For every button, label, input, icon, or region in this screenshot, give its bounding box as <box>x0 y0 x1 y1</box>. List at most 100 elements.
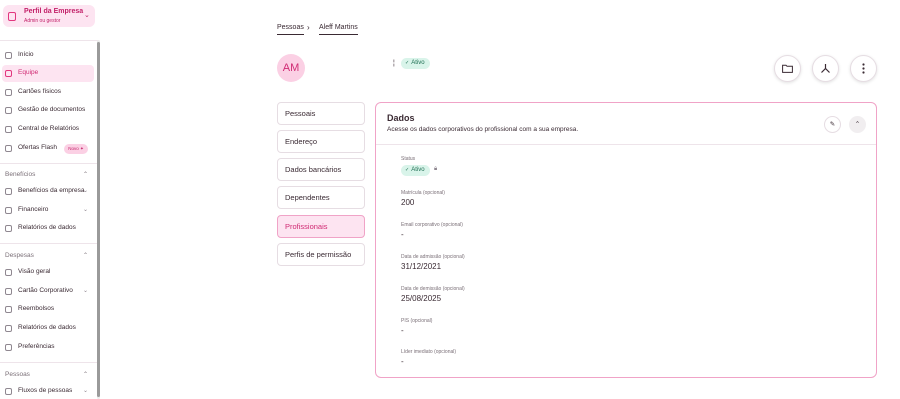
flow-icon <box>5 388 12 395</box>
divider <box>0 40 98 41</box>
card-icon <box>5 288 12 295</box>
field-value-pis: - <box>401 326 404 335</box>
divider <box>0 163 98 164</box>
sidebar-item-cartao-corporativo[interactable]: Cartão Corporativo ⌄ <box>2 283 94 300</box>
chevron-up-icon[interactable]: ⌃ <box>83 252 88 259</box>
tab-perfis-permissao[interactable]: Perfis de permissão <box>277 243 365 266</box>
breadcrumb-pessoas[interactable]: Pessoas <box>277 24 304 35</box>
chevron-down-icon: ⌄ <box>83 288 89 294</box>
card-subtitle: Acesse os dados corporativos do profissi… <box>387 126 579 133</box>
sidebar-item-label: Benefícios da empresa <box>18 187 85 194</box>
org-chart-button[interactable] <box>812 55 839 82</box>
sidebar-item-label: Relatórios de dados <box>18 324 76 331</box>
tab-dados-bancarios[interactable]: Dados bancários <box>277 158 365 181</box>
home-icon <box>5 52 12 59</box>
chevron-up-icon[interactable]: ⌃ <box>83 171 88 178</box>
chevron-up-icon: ⌃ <box>854 121 861 128</box>
breadcrumb-current[interactable]: Aleff Martins <box>319 24 358 35</box>
sidebar-item-label: Início <box>18 51 34 58</box>
sidebar-item-label: Ofertas Flash <box>18 144 58 151</box>
sliders-icon <box>5 344 12 351</box>
status-badge: ✓ Ativo <box>401 165 430 176</box>
pencil-icon: ✎ <box>829 121 836 128</box>
field-value-admissao: 31/12/2021 <box>401 262 442 271</box>
sidebar-item-relatorios-despesas[interactable]: Relatórios de dados <box>2 320 94 337</box>
sidebar-item-relatorios[interactable]: Central de Relatórios <box>2 121 94 138</box>
sidebar-item-documentos[interactable]: Gestão de documentos <box>2 102 94 119</box>
divider <box>0 243 98 244</box>
sidebar-item-ofertas[interactable]: Ofertas Flash Novo ✦ <box>2 140 94 157</box>
field-label-admissao: Data de admissão (opcional) <box>401 254 465 260</box>
sidebar-item-fluxos-pessoas[interactable]: Fluxos de pessoas ⌄ <box>2 383 94 399</box>
chevron-up-icon[interactable]: ⌃ <box>83 371 88 378</box>
card-icon <box>5 89 12 96</box>
folder-button[interactable] <box>774 55 801 82</box>
field-label-lider: Líder imediato (opcional) <box>401 349 457 355</box>
sidebar-item-label: Fluxos de pessoas <box>18 387 73 394</box>
sidebar-item-inicio[interactable]: Início <box>2 47 94 64</box>
section-despesas[interactable]: Despesas <box>5 252 34 259</box>
field-value-lider: - <box>401 357 404 366</box>
sidebar-item-cartoes[interactable]: Cartões físicos <box>2 84 94 101</box>
new-badge: Novo ✦ <box>64 143 88 154</box>
sidebar-item-equipe[interactable]: Equipe <box>2 65 94 82</box>
tab-dependentes[interactable]: Dependentes <box>277 186 365 209</box>
folder-icon <box>5 107 12 114</box>
sidebar-item-relatorios-dados[interactable]: Relatórios de dados <box>2 220 94 237</box>
dados-card: Dados Acesse os dados corporativos do pr… <box>375 102 877 378</box>
check-icon: ✓ <box>405 167 410 173</box>
chevron-down-icon: ⌄ <box>83 207 89 213</box>
more-vertical-icon <box>862 63 865 74</box>
tab-endereco[interactable]: Endereço <box>277 130 365 153</box>
field-label-email: Email corporativo (opcional) <box>401 222 463 228</box>
gift-icon <box>5 145 12 152</box>
scrollbar-thumb[interactable] <box>97 42 100 397</box>
field-label-status: Status <box>401 156 416 162</box>
field-label-pis: PIS (opcional) <box>401 318 433 324</box>
sidebar-item-visao-geral[interactable]: Visão geral <box>2 264 94 281</box>
card-title: Dados <box>387 113 415 123</box>
building-icon <box>8 12 16 21</box>
field-label-demissao: Data de demissão (opcional) <box>401 286 465 292</box>
folder-icon <box>782 64 793 73</box>
sidebar-item-label: Reembolsos <box>18 305 55 312</box>
gift-icon <box>5 188 12 195</box>
sidebar-item-label: Central de Relatórios <box>18 125 80 132</box>
sidebar-item-label: Cartão Corporativo <box>18 287 73 294</box>
sidebar-item-label: Relatórios de dados <box>18 224 76 231</box>
eye-icon <box>5 269 12 276</box>
sidebar-item-label: Visão geral <box>18 268 51 275</box>
report-icon <box>5 225 12 232</box>
more-options-button[interactable] <box>850 55 877 82</box>
profile-name: ¦ <box>393 60 395 67</box>
sidebar-item-preferencias[interactable]: Preferências <box>2 339 94 356</box>
report-icon <box>5 126 12 133</box>
sidebar-item-label: Financeiro <box>18 206 49 213</box>
chevron-right-icon: › <box>307 23 310 32</box>
sidebar-item-reembolsos[interactable]: Reembolsos <box>2 301 94 318</box>
status-label: Ativo <box>411 167 425 173</box>
company-selector[interactable]: Perfil da Empresa Admin ou gestor ⌄ <box>3 5 95 27</box>
field-label-matricula: Matrícula (opcional) <box>401 190 445 196</box>
edit-button[interactable]: ✎ <box>824 116 841 133</box>
check-icon: ✓ <box>405 60 410 66</box>
avatar: AM <box>277 54 305 82</box>
sidebar-item-label: Cartões físicos <box>18 88 61 95</box>
sidebar-item-financeiro[interactable]: Financeiro ⌄ <box>2 202 94 219</box>
collapse-button[interactable]: ⌃ <box>849 116 866 133</box>
people-icon <box>5 70 12 77</box>
section-beneficios[interactable]: Benefícios <box>5 171 35 178</box>
status-label: Ativo <box>411 60 425 66</box>
sidebar-item-label: Preferências <box>18 343 55 350</box>
section-pessoas[interactable]: Pessoas <box>5 371 30 378</box>
chevron-down-icon: ⌄ <box>83 388 89 394</box>
lock-icon: 🔒︎ <box>434 166 438 172</box>
chevron-down-icon: ⌄ <box>83 188 89 194</box>
chevron-down-icon: ⌄ <box>84 12 90 19</box>
company-title: Perfil da Empresa <box>24 8 84 15</box>
sidebar-item-label: Gestão de documentos <box>18 106 86 113</box>
sidebar-item-beneficios-empresa[interactable]: Benefícios da empresa ⌄ <box>2 183 94 200</box>
tab-pessoais[interactable]: Pessoais <box>277 102 365 125</box>
report-icon <box>5 325 12 332</box>
tab-profissionais[interactable]: Profissionais <box>277 215 365 238</box>
